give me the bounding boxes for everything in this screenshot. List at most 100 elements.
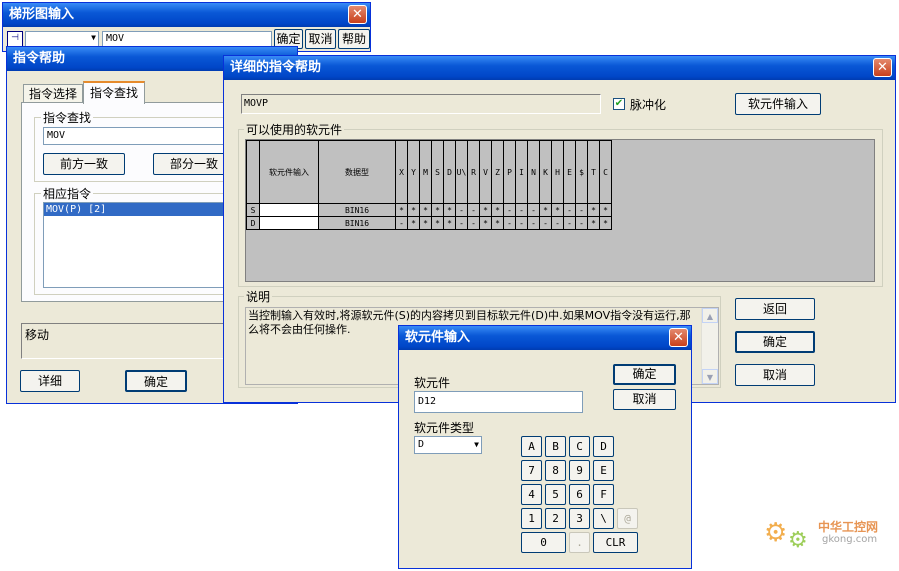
chevron-down-icon: ▼ (474, 440, 479, 449)
col-device: S (431, 140, 444, 204)
mark-cell: - (455, 216, 468, 230)
key-6[interactable]: 6 (569, 484, 590, 505)
detail-ok-button[interactable]: 确定 (735, 331, 815, 353)
key-a[interactable]: A (521, 436, 542, 457)
device-input-dialog: 软元件输入 ✕ 软元件 D12 确定 取消 软元件类型 D ▼ A B C D … (398, 325, 692, 569)
close-icon[interactable]: ✕ (873, 58, 892, 77)
device-input[interactable]: D12 (414, 391, 583, 413)
tab-instruction-select-label: 指令选择 (28, 87, 77, 101)
key-b[interactable]: B (545, 436, 566, 457)
mark-cell: * (479, 203, 492, 217)
instruction-field-value: MOVP (244, 98, 269, 109)
mark-cell: * (491, 203, 504, 217)
mark-cell: * (443, 216, 456, 230)
detail-cancel-button[interactable]: 取消 (735, 364, 815, 386)
col-device: T (587, 140, 600, 204)
key-dot[interactable]: . (569, 532, 590, 553)
device-input-button[interactable]: 软元件输入 (735, 93, 821, 115)
ladder-cancel-button[interactable]: 取消 (305, 29, 336, 49)
ladder-type-select[interactable]: ▼ (25, 31, 99, 47)
device-ok-button[interactable]: 确定 (613, 364, 676, 385)
gear-icon: ⚙ (764, 518, 788, 548)
key-backslash[interactable]: \ (593, 508, 614, 529)
mark-cell: - (527, 216, 540, 230)
col-data-type: 数据型 (318, 140, 396, 204)
table-row: D BIN16 - * * * * - - * * - - - - - - - … (246, 216, 612, 230)
col-device: R (467, 140, 480, 204)
mark-cell: - (563, 216, 576, 230)
device-dialog-titlebar: 软元件输入 ✕ (399, 326, 691, 350)
pulse-label: 脉冲化 (630, 98, 667, 112)
explain-scrollbar[interactable]: ▲ ▼ (701, 308, 718, 384)
mark-cell: - (575, 203, 588, 217)
key-9[interactable]: 9 (569, 460, 590, 481)
device-grid-area: 软元件输入 数据型 X Y M S D U\ R V Z P I N K H E (245, 139, 875, 282)
help-ok-button[interactable]: 确定 (125, 370, 187, 392)
tab-instruction-find-label: 指令查找 (89, 86, 138, 100)
key-at[interactable]: @ (617, 508, 638, 529)
mark-cell: * (395, 203, 408, 217)
row-header-corner (246, 140, 260, 204)
key-e[interactable]: E (593, 460, 614, 481)
find-group-label: 指令查找 (41, 109, 94, 126)
close-icon[interactable]: ✕ (669, 328, 688, 347)
device-input-cell[interactable] (259, 216, 319, 230)
back-button[interactable]: 返回 (735, 298, 815, 320)
device-label: 软元件 (414, 376, 451, 390)
mark-cell: - (527, 203, 540, 217)
forward-match-button[interactable]: 前方一致 (43, 153, 125, 175)
key-3[interactable]: 3 (569, 508, 590, 529)
scroll-up-icon[interactable]: ▲ (702, 308, 718, 323)
col-device: V (479, 140, 492, 204)
key-clr[interactable]: CLR (593, 532, 638, 553)
key-f[interactable]: F (593, 484, 614, 505)
tab-instruction-find[interactable]: 指令查找 (83, 81, 145, 104)
ladder-help-button[interactable]: 帮助 (338, 29, 370, 49)
key-5[interactable]: 5 (545, 484, 566, 505)
mark-cell: - (455, 203, 468, 217)
row-name: S (246, 203, 260, 217)
col-device: $ (575, 140, 588, 204)
mark-cell: - (575, 216, 588, 230)
mark-cell: * (431, 203, 444, 217)
gear-icon: ⚙ (788, 528, 808, 553)
scroll-down-icon[interactable]: ▼ (702, 369, 718, 384)
key-7[interactable]: 7 (521, 460, 542, 481)
key-4[interactable]: 4 (521, 484, 542, 505)
tab-instruction-select[interactable]: 指令选择 (23, 84, 83, 103)
ladder-instruction-input[interactable]: MOV (102, 31, 272, 47)
key-8[interactable]: 8 (545, 460, 566, 481)
key-0[interactable]: 0 (521, 532, 566, 553)
device-input-cell[interactable] (259, 203, 319, 217)
col-device: P (503, 140, 516, 204)
col-device: M (419, 140, 432, 204)
col-device: E (563, 140, 576, 204)
device-cancel-button[interactable]: 取消 (613, 389, 676, 410)
key-1[interactable]: 1 (521, 508, 542, 529)
close-icon[interactable]: ✕ (348, 5, 367, 24)
instruction-field: MOVP (241, 94, 601, 114)
explain-group-label: 说明 (244, 288, 273, 305)
row-name: D (246, 216, 260, 230)
ladder-symbol-icon[interactable]: ⊣ (7, 31, 23, 47)
col-device: D (443, 140, 456, 204)
mark-cell: - (503, 203, 516, 217)
key-c[interactable]: C (569, 436, 590, 457)
detail-button[interactable]: 详细 (20, 370, 80, 392)
ladder-input-window: 梯形图输入 ✕ ⊣ ▼ MOV 确定 取消 帮助 (2, 2, 371, 52)
device-type-select[interactable]: D ▼ (414, 436, 482, 454)
ladder-input-titlebar: 梯形图输入 ✕ (3, 3, 370, 27)
row-type: BIN16 (318, 216, 396, 230)
mark-cell: - (467, 203, 480, 217)
mark-cell: * (407, 216, 420, 230)
device-type-label: 软元件类型 (414, 421, 475, 435)
mark-cell: * (443, 203, 456, 217)
col-device: Z (491, 140, 504, 204)
key-d[interactable]: D (593, 436, 614, 457)
col-device: I (515, 140, 528, 204)
pulse-checkbox[interactable]: ✔ (613, 98, 625, 110)
mark-cell: - (551, 216, 564, 230)
mark-cell: * (599, 203, 612, 217)
col-device: X (395, 140, 408, 204)
key-2[interactable]: 2 (545, 508, 566, 529)
